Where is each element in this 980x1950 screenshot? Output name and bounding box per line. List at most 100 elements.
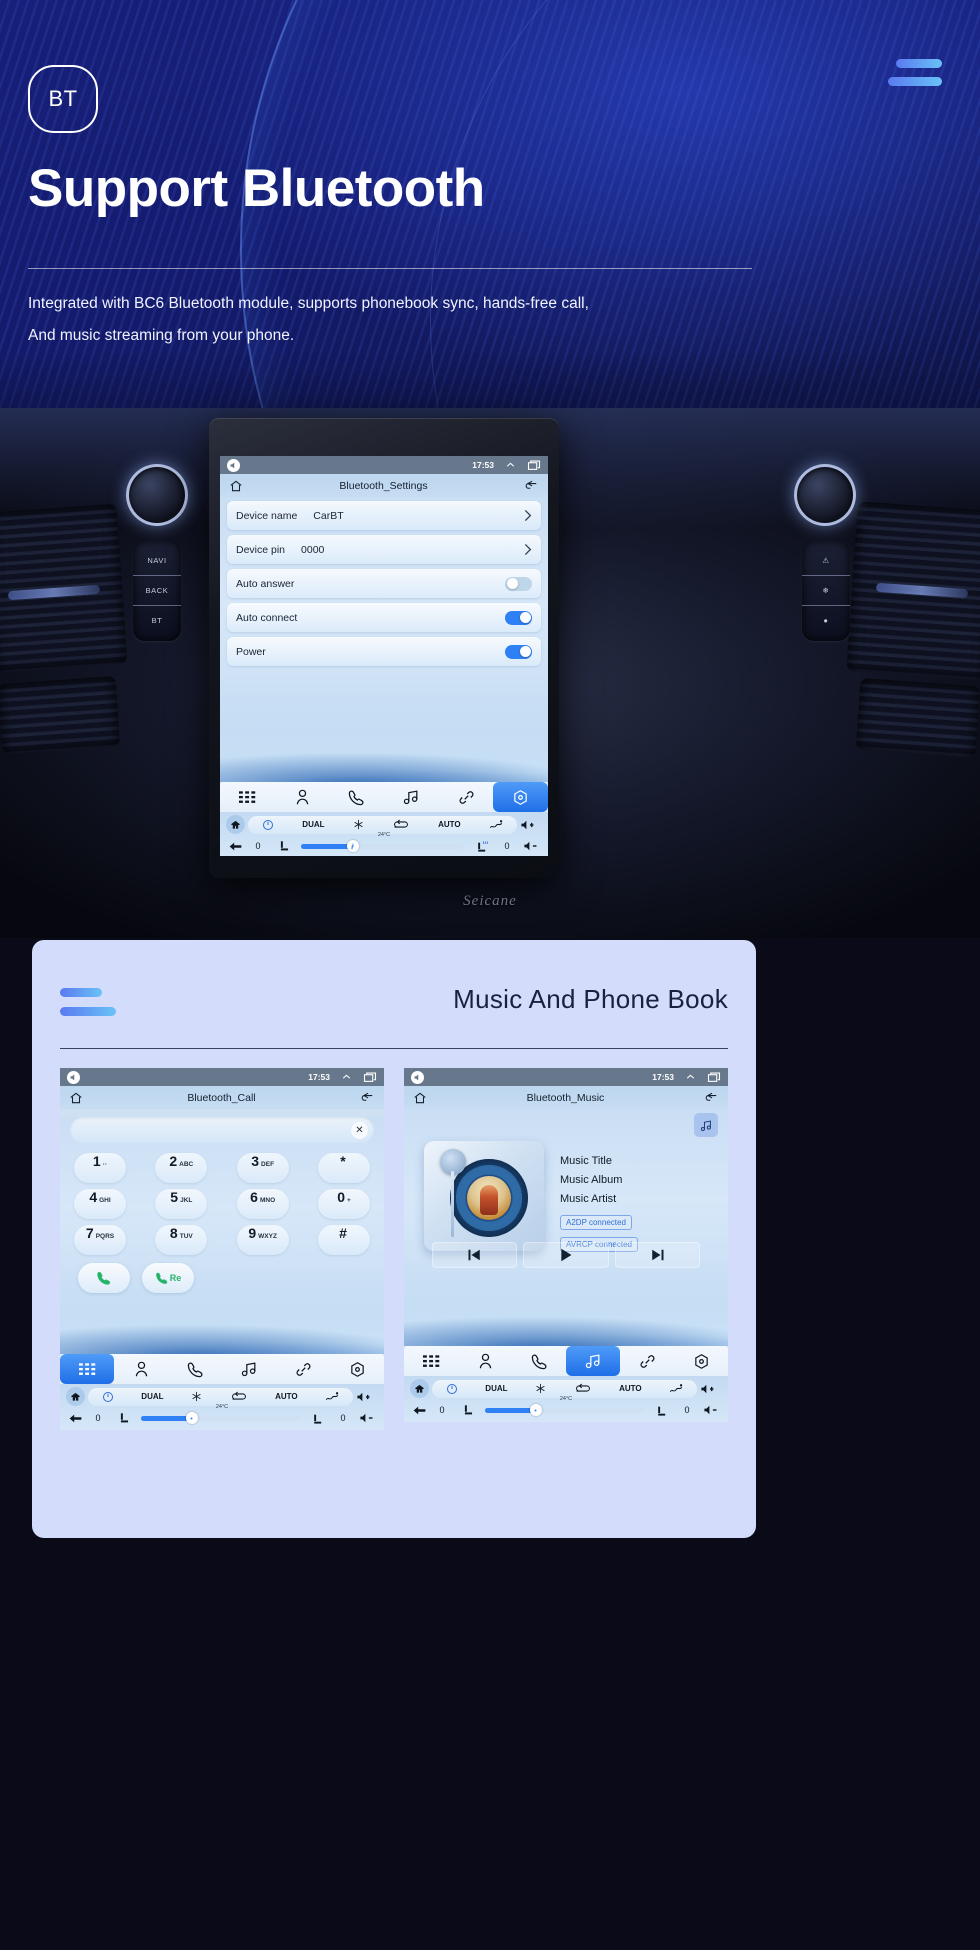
music-list-button[interactable] bbox=[694, 1113, 718, 1137]
aux-key[interactable]: ● bbox=[802, 606, 850, 635]
next-track-button[interactable] bbox=[614, 1242, 700, 1268]
key-6[interactable]: 6 MNO bbox=[236, 1189, 289, 1219]
auto-label[interactable]: AUTO bbox=[275, 1392, 298, 1401]
dock-item-phone[interactable] bbox=[168, 1354, 222, 1384]
chevron-up-icon[interactable] bbox=[340, 1072, 353, 1082]
snowflake-icon[interactable] bbox=[191, 1391, 202, 1402]
dock-item-link[interactable] bbox=[620, 1346, 674, 1376]
auto-label[interactable]: AUTO bbox=[619, 1384, 642, 1393]
home-icon[interactable] bbox=[229, 479, 243, 493]
dock-item-link[interactable] bbox=[276, 1354, 330, 1384]
hazard-warning-key[interactable]: ⚠ bbox=[802, 546, 850, 576]
dock-item-apps[interactable] bbox=[220, 782, 275, 812]
auto-label[interactable]: AUTO bbox=[438, 820, 461, 829]
seat-heat-icon[interactable] bbox=[306, 1412, 330, 1425]
key-4[interactable]: 4 GHI bbox=[74, 1189, 126, 1219]
volume-up-icon[interactable] bbox=[356, 1391, 378, 1403]
snowflake-icon[interactable] bbox=[535, 1383, 546, 1394]
dock-item-settings[interactable] bbox=[330, 1354, 384, 1384]
chevron-up-icon[interactable] bbox=[504, 460, 517, 470]
back-button[interactable] bbox=[66, 1413, 85, 1424]
setting-row-device-name[interactable]: Device name CarBT bbox=[227, 501, 541, 530]
dock-item-music[interactable] bbox=[384, 782, 439, 812]
dock-item-settings[interactable] bbox=[674, 1346, 728, 1376]
power-toggle[interactable] bbox=[505, 644, 532, 659]
key-3[interactable]: 3 DEF bbox=[236, 1153, 289, 1183]
recirculate-icon[interactable] bbox=[392, 819, 410, 830]
home-icon[interactable] bbox=[69, 1091, 83, 1105]
dual-label[interactable]: DUAL bbox=[302, 820, 324, 829]
key-0[interactable]: 0 + bbox=[317, 1189, 370, 1219]
defrost-icon[interactable] bbox=[325, 1391, 339, 1402]
dual-label[interactable]: DUAL bbox=[485, 1384, 507, 1393]
back-arrow-icon[interactable] bbox=[360, 1092, 375, 1105]
seat-heat-icon[interactable] bbox=[470, 840, 494, 853]
hardware-keys-right[interactable]: ⚠ ❄ ● bbox=[802, 540, 850, 641]
power-icon[interactable] bbox=[262, 819, 274, 831]
fan-slider-handle[interactable] bbox=[529, 1404, 542, 1416]
seat-icon[interactable] bbox=[455, 1404, 479, 1417]
recents-icon[interactable] bbox=[363, 1072, 377, 1083]
setting-row-device-pin[interactable]: Device pin 0000 bbox=[227, 535, 541, 564]
chevron-right-icon[interactable] bbox=[523, 509, 532, 522]
setting-row-auto-answer[interactable]: Auto answer bbox=[227, 569, 541, 598]
dock-item-phone[interactable] bbox=[329, 782, 384, 812]
dock-item-apps[interactable] bbox=[60, 1354, 114, 1384]
recirculate-icon[interactable] bbox=[230, 1391, 248, 1402]
key-8[interactable]: 8 TUV bbox=[155, 1225, 208, 1255]
auto-answer-toggle[interactable] bbox=[505, 576, 532, 591]
snowflake-icon[interactable] bbox=[353, 819, 364, 830]
power-icon[interactable] bbox=[446, 1383, 458, 1395]
home-button[interactable] bbox=[226, 815, 245, 834]
dial-input-field[interactable]: ✕ bbox=[70, 1117, 374, 1143]
dock-item-link[interactable] bbox=[439, 782, 494, 812]
setting-row-power[interactable]: Power bbox=[227, 637, 541, 666]
seat-icon[interactable] bbox=[271, 840, 295, 853]
volume-icon[interactable] bbox=[411, 1070, 424, 1084]
key-7[interactable]: 7 PQRS bbox=[74, 1225, 126, 1255]
volume-knob-left[interactable] bbox=[126, 464, 188, 526]
recirculate-icon[interactable] bbox=[574, 1383, 592, 1394]
previous-track-button[interactable] bbox=[432, 1242, 518, 1268]
clear-icon[interactable]: ✕ bbox=[351, 1121, 368, 1139]
home-button[interactable] bbox=[66, 1387, 85, 1406]
setting-row-auto-connect[interactable]: Auto connect bbox=[227, 603, 541, 632]
call-button[interactable] bbox=[78, 1263, 130, 1293]
dual-label[interactable]: DUAL bbox=[141, 1392, 163, 1401]
volume-up-icon[interactable] bbox=[700, 1383, 722, 1395]
defrost-icon[interactable] bbox=[669, 1383, 683, 1394]
dock-item-settings[interactable] bbox=[493, 782, 548, 812]
redial-button[interactable]: Re bbox=[142, 1263, 194, 1293]
hardware-key-back[interactable]: BACK bbox=[133, 576, 181, 606]
chevron-up-icon[interactable] bbox=[684, 1072, 697, 1082]
recents-icon[interactable] bbox=[527, 460, 541, 471]
hardware-key-bt[interactable]: BT bbox=[133, 606, 181, 635]
home-button[interactable] bbox=[410, 1379, 429, 1398]
back-arrow-icon[interactable] bbox=[524, 480, 539, 493]
key-5[interactable]: 5 JKL bbox=[155, 1189, 208, 1219]
dock-item-contacts[interactable] bbox=[275, 782, 330, 812]
dock-item-phone[interactable] bbox=[512, 1346, 566, 1376]
volume-up-icon[interactable] bbox=[520, 819, 542, 831]
volume-down-icon[interactable] bbox=[356, 1412, 378, 1424]
key-hash[interactable]: # bbox=[317, 1225, 370, 1255]
home-icon[interactable] bbox=[413, 1091, 427, 1105]
volume-icon[interactable] bbox=[227, 458, 240, 472]
fan-speed-slider[interactable] bbox=[485, 1404, 644, 1416]
dock-item-music[interactable] bbox=[222, 1354, 276, 1384]
auto-connect-toggle[interactable] bbox=[505, 610, 532, 625]
key-9[interactable]: 9 WXYZ bbox=[236, 1225, 289, 1255]
defrost-key[interactable]: ❄ bbox=[802, 576, 850, 606]
dock-item-contacts[interactable] bbox=[114, 1354, 168, 1384]
fan-speed-slider[interactable] bbox=[301, 840, 464, 852]
dock-item-apps[interactable] bbox=[404, 1346, 458, 1376]
seat-icon[interactable] bbox=[111, 1412, 135, 1425]
key-star[interactable]: * bbox=[317, 1153, 370, 1183]
back-button[interactable] bbox=[410, 1405, 429, 1416]
fan-speed-slider[interactable] bbox=[141, 1412, 300, 1424]
volume-down-icon[interactable] bbox=[520, 840, 542, 852]
volume-icon[interactable] bbox=[67, 1070, 80, 1084]
dock-item-contacts[interactable] bbox=[458, 1346, 512, 1376]
volume-down-icon[interactable] bbox=[700, 1404, 722, 1416]
recents-icon[interactable] bbox=[707, 1072, 721, 1083]
